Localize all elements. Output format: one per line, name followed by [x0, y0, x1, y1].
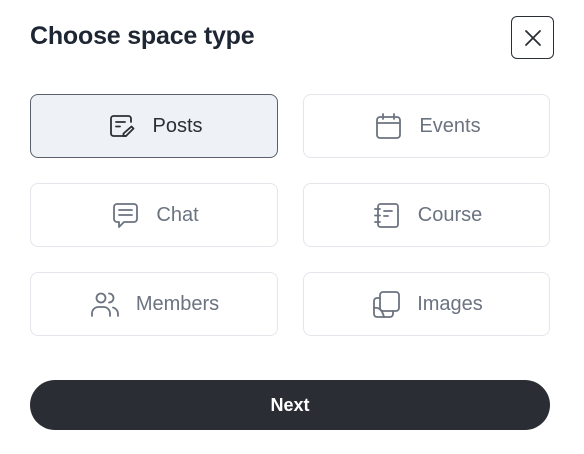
close-icon — [524, 29, 541, 46]
space-type-label: Chat — [156, 203, 199, 226]
space-type-course[interactable]: Course — [303, 183, 550, 247]
space-type-label: Course — [417, 203, 483, 226]
calendar-icon — [372, 110, 405, 143]
chat-icon — [109, 199, 142, 232]
course-icon — [371, 199, 404, 232]
members-icon — [89, 288, 122, 321]
space-type-chat[interactable]: Chat — [30, 183, 278, 247]
space-type-label: Posts — [152, 114, 203, 137]
next-button[interactable]: Next — [30, 380, 550, 430]
space-type-events[interactable]: Events — [303, 94, 550, 158]
space-type-posts[interactable]: Posts — [30, 94, 278, 158]
space-type-grid: Posts Events Chat Course Members Images — [30, 94, 550, 336]
dialog-title: Choose space type — [30, 22, 255, 50]
close-button[interactable] — [511, 16, 554, 59]
space-type-label: Events — [419, 114, 481, 137]
images-icon — [370, 288, 403, 321]
posts-icon — [105, 110, 138, 143]
space-type-label: Images — [417, 292, 483, 315]
space-type-members[interactable]: Members — [30, 272, 278, 336]
space-type-label: Members — [135, 292, 220, 315]
space-type-images[interactable]: Images — [303, 272, 550, 336]
